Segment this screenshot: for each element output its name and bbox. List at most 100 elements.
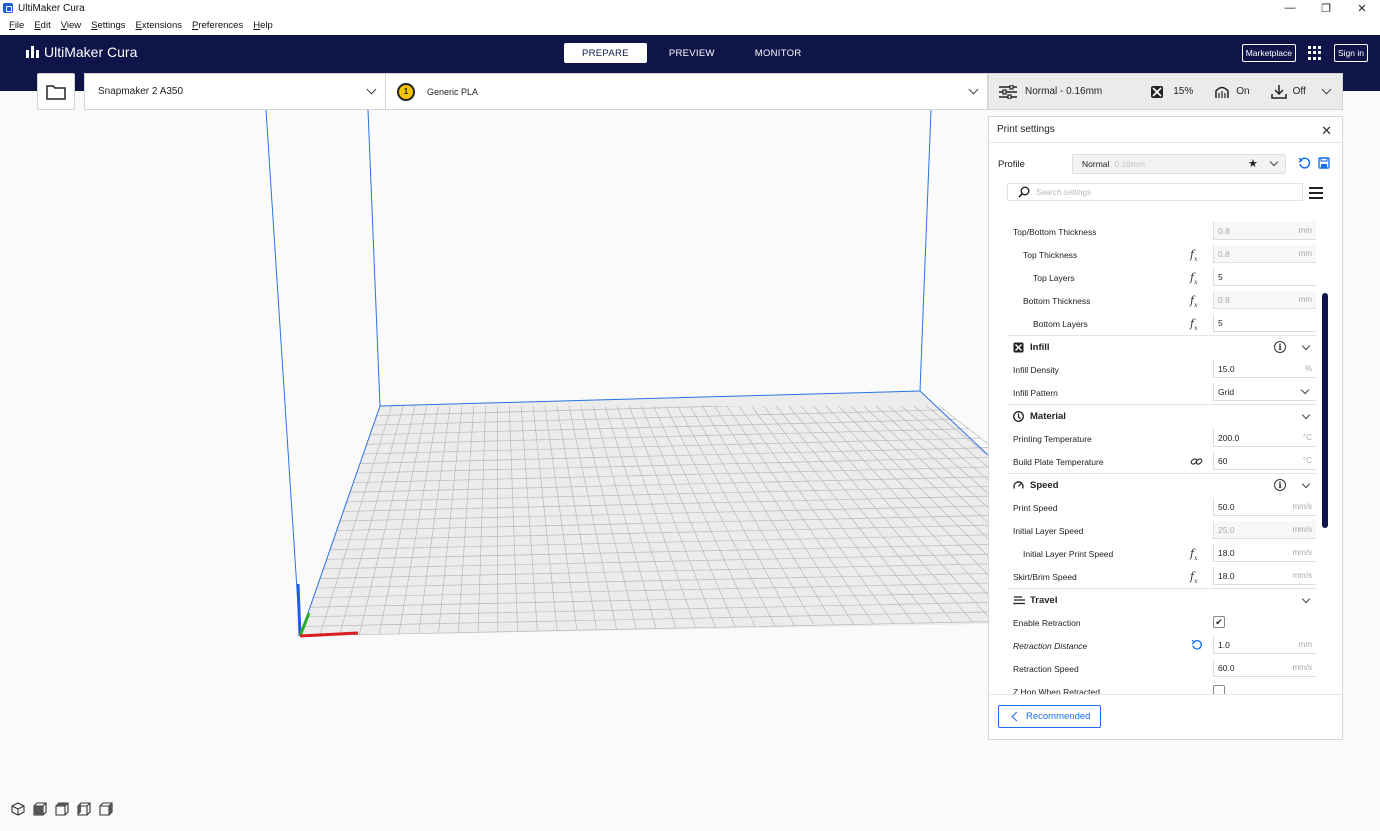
reset-icon[interactable]: [1298, 157, 1311, 170]
view-left-icon[interactable]: [77, 802, 91, 816]
close-icon[interactable]: ✕: [1321, 123, 1332, 139]
z-axis: [298, 584, 300, 636]
recommended-label: Recommended: [1026, 711, 1090, 722]
category-label: Material: [1030, 411, 1066, 422]
skirt-brim-speed-field[interactable]: 18.0 mm/s: [1213, 567, 1316, 585]
printing-temperature-field[interactable]: 200.0 °C: [1213, 429, 1316, 447]
view-3d-icon[interactable]: [11, 802, 25, 816]
field-unit: mm: [1299, 249, 1312, 258]
function-icon[interactable]: fx: [1190, 317, 1197, 332]
save-icon[interactable]: [1318, 157, 1330, 169]
menu-help[interactable]: Help: [253, 20, 273, 31]
setting-z-hop-when-retracted: Z Hop When Retracted: [1007, 680, 1317, 694]
build-plate-temperature-field[interactable]: 60 °C: [1213, 452, 1316, 470]
setting-top-layers: Top Layers fx 5: [1007, 266, 1317, 289]
enable-retraction-checkbox[interactable]: ✔: [1213, 616, 1225, 628]
category-label: Travel: [1030, 595, 1057, 606]
initial-layer-print-speed-field[interactable]: 18.0 mm/s: [1213, 544, 1316, 562]
bottom-layers-field[interactable]: 5: [1213, 314, 1316, 332]
top-layers-field[interactable]: 5: [1213, 268, 1316, 286]
setting-retraction-speed: Retraction Speed 60.0 mm/s: [1007, 657, 1317, 680]
retraction-speed-field[interactable]: 60.0 mm/s: [1213, 659, 1316, 677]
setting-label: Printing Temperature: [1013, 434, 1092, 444]
setting-top-thickness: Top Thickness fx 0.8 mm: [1007, 243, 1317, 266]
menu-view[interactable]: View: [61, 20, 81, 31]
star-icon[interactable]: ★: [1248, 157, 1258, 170]
search-input[interactable]: Search settings: [1007, 183, 1303, 201]
setting-print-speed: Print Speed 50.0 mm/s: [1007, 496, 1317, 519]
minimize-button[interactable]: —: [1272, 0, 1308, 16]
menu-preferences[interactable]: Preferences: [192, 20, 243, 31]
infill-icon: [1013, 342, 1024, 353]
z-hop-when-retracted-checkbox[interactable]: [1213, 685, 1225, 694]
field-value: 18.0: [1218, 548, 1235, 558]
menu-bar: File Edit View Settings Extensions Prefe…: [0, 16, 1380, 35]
sliders-icon: [999, 85, 1017, 99]
field-unit: mm: [1299, 640, 1312, 649]
settings-scrollbar[interactable]: [1322, 293, 1328, 528]
menu-extensions[interactable]: Extensions: [136, 20, 182, 31]
open-file-button[interactable]: [37, 73, 75, 110]
menu-settings[interactable]: Settings: [91, 20, 125, 31]
function-icon[interactable]: fx: [1190, 294, 1197, 309]
select-value: Grid: [1218, 387, 1234, 397]
print-settings-summary[interactable]: Normal - 0.16mm 15% On Off: [988, 73, 1343, 110]
field-unit: mm/s: [1292, 663, 1312, 672]
link-icon[interactable]: [1190, 456, 1203, 467]
chevron-down-icon: [1270, 158, 1278, 166]
category-speed[interactable]: Speed i: [1007, 473, 1317, 496]
tab-prepare[interactable]: PREPARE: [564, 43, 647, 63]
function-icon[interactable]: fx: [1190, 271, 1197, 286]
field-unit: mm/s: [1292, 502, 1312, 511]
tab-monitor[interactable]: MONITOR: [737, 43, 820, 63]
marketplace-button[interactable]: Marketplace: [1242, 44, 1296, 62]
view-top-icon[interactable]: [55, 802, 69, 816]
settings-menu-icon[interactable]: [1309, 187, 1323, 202]
view-right-icon[interactable]: [99, 802, 113, 816]
category-material[interactable]: Material: [1007, 404, 1317, 427]
panel-footer: Recommended: [989, 694, 1342, 739]
infill-pattern-select[interactable]: Grid: [1213, 383, 1316, 401]
profile-selector[interactable]: Normal 0.16mm ★: [1072, 154, 1286, 174]
function-icon[interactable]: fx: [1190, 570, 1197, 585]
bottom-thickness-field[interactable]: 0.8 mm: [1213, 291, 1316, 309]
3d-viewport[interactable]: [0, 110, 988, 828]
profile-name: Normal: [1082, 159, 1109, 169]
field-value: 0.8: [1218, 295, 1230, 305]
top-bottom-thickness-field[interactable]: 0.8 mm: [1213, 222, 1316, 240]
build-volume: [0, 110, 988, 828]
menu-file[interactable]: File: [9, 20, 24, 31]
setting-label: Top Layers: [1033, 273, 1075, 283]
menu-edit[interactable]: Edit: [34, 20, 50, 31]
field-unit: mm/s: [1292, 548, 1312, 557]
initial-layer-speed-field[interactable]: 25.0 mm/s: [1213, 521, 1316, 539]
field-value: 25.0: [1218, 525, 1235, 535]
close-window-button[interactable]: ✕: [1344, 0, 1380, 16]
material-selector[interactable]: 1 Generic PLA: [386, 74, 987, 109]
retraction-distance-field[interactable]: 1.0 mm: [1213, 636, 1316, 654]
maximize-button[interactable]: ❐: [1308, 0, 1344, 16]
profile-summary: Normal - 0.16mm: [999, 85, 1102, 99]
top-thickness-field[interactable]: 0.8 mm: [1213, 245, 1316, 263]
category-infill[interactable]: Infill i: [1007, 335, 1317, 358]
signin-button[interactable]: Sign in: [1334, 44, 1368, 62]
view-front-icon[interactable]: [33, 802, 47, 816]
function-icon[interactable]: fx: [1190, 248, 1197, 263]
profile-label: Profile: [998, 159, 1025, 170]
category-travel[interactable]: Travel: [1007, 588, 1317, 611]
tab-preview[interactable]: PREVIEW: [651, 43, 733, 63]
support-icon: [1214, 84, 1230, 99]
apps-grid-icon[interactable]: [1308, 46, 1322, 60]
field-unit: mm: [1299, 295, 1312, 304]
reset-icon[interactable]: [1191, 639, 1203, 651]
infill-density-field[interactable]: 15.0 %: [1213, 360, 1316, 378]
recommended-button[interactable]: Recommended: [998, 705, 1101, 728]
info-icon[interactable]: i: [1274, 341, 1286, 353]
chevron-down-icon: [1322, 85, 1332, 95]
print-speed-field[interactable]: 50.0 mm/s: [1213, 498, 1316, 516]
field-value: 15.0: [1218, 364, 1235, 374]
info-icon[interactable]: i: [1274, 479, 1286, 491]
printer-selector[interactable]: Snapmaker 2 A350: [85, 74, 386, 109]
function-icon[interactable]: fx: [1190, 547, 1197, 562]
field-value: 5: [1218, 318, 1223, 328]
